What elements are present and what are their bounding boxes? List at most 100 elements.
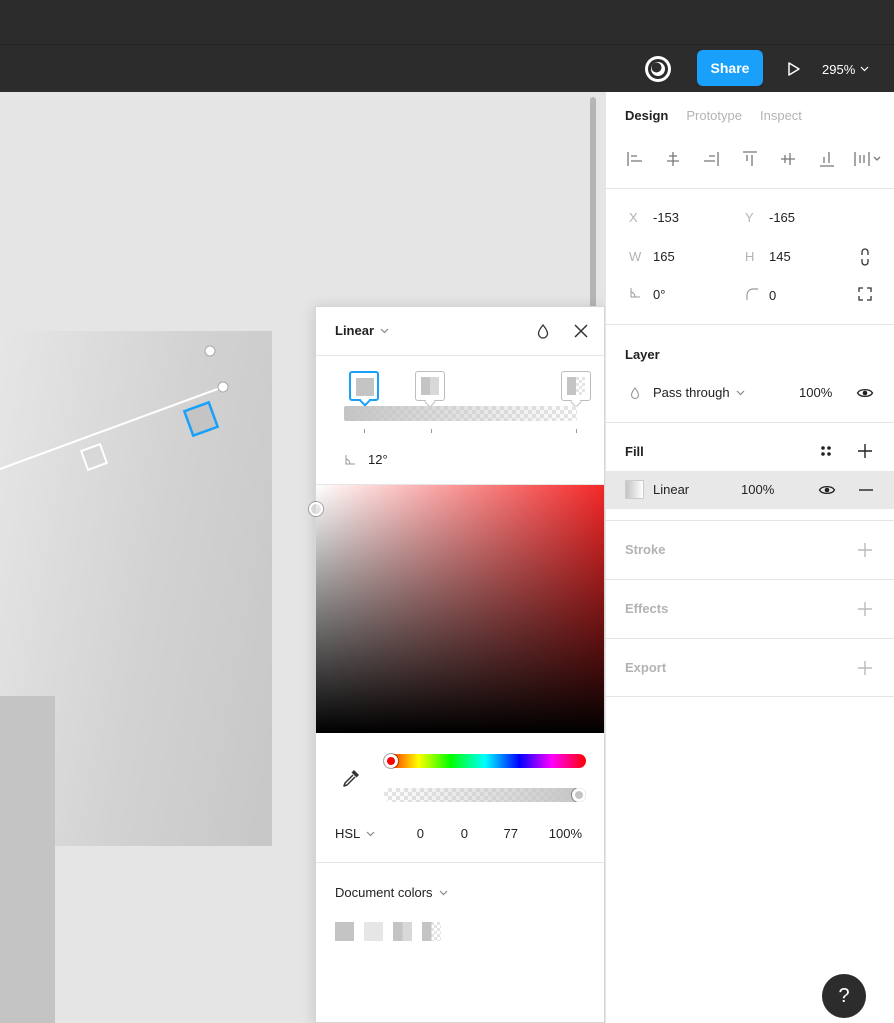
- export-section-title: Export: [625, 660, 667, 675]
- rotation-icon: [629, 287, 653, 302]
- remove-fill-icon[interactable]: [858, 482, 874, 503]
- rotation-field[interactable]: 0°: [629, 287, 665, 302]
- x-field[interactable]: X -153: [629, 210, 679, 225]
- fill-type-label: Linear: [335, 323, 375, 338]
- gradient-stop-selected[interactable]: [349, 371, 379, 407]
- hue-slider[interactable]: [384, 754, 586, 768]
- corner-radius-field[interactable]: 0: [745, 287, 776, 304]
- zoom-dropdown[interactable]: 295%: [822, 57, 869, 81]
- vertical-scrollbar[interactable]: [590, 97, 596, 317]
- stroke-section-title: Stroke: [625, 542, 666, 557]
- divider: [606, 638, 894, 639]
- w-label: W: [629, 249, 642, 264]
- divider: [606, 324, 894, 325]
- tab-inspect[interactable]: Inspect: [760, 108, 802, 123]
- gradient-angle[interactable]: 12°: [344, 452, 388, 467]
- x-label: X: [629, 210, 638, 225]
- document-color-swatch[interactable]: [422, 922, 441, 941]
- gradient-tick: [576, 429, 577, 433]
- document-color-swatch[interactable]: [393, 922, 412, 941]
- fill-section-title: Fill: [625, 444, 644, 459]
- layer-opacity-value: 100%: [799, 385, 833, 400]
- chevron-down-icon: [736, 390, 745, 395]
- align-right-icon[interactable]: [701, 149, 721, 169]
- tab-design[interactable]: Design: [625, 108, 668, 123]
- multiplayer-icon[interactable]: [642, 53, 674, 85]
- gradient-stop[interactable]: [561, 371, 591, 408]
- saturation-brightness-field[interactable]: [309, 485, 604, 733]
- alpha-slider[interactable]: [384, 788, 586, 802]
- tab-prototype[interactable]: Prototype: [686, 108, 742, 123]
- width-field[interactable]: W 165: [629, 249, 675, 264]
- gradient-tick: [364, 429, 365, 433]
- constrain-proportions-icon[interactable]: [858, 248, 872, 271]
- layer-section-title: Layer: [625, 347, 660, 362]
- blend-mode-dropdown[interactable]: Pass through: [629, 385, 745, 400]
- blend-drop-icon: [630, 386, 640, 399]
- align-horizontal-center-icon[interactable]: [663, 149, 683, 169]
- fill-row[interactable]: Linear 100%: [606, 471, 894, 509]
- styles-icon[interactable]: [818, 443, 834, 464]
- blend-mode-label: Pass through: [653, 385, 730, 400]
- x-value: -153: [653, 210, 680, 225]
- add-stroke-icon[interactable]: [857, 542, 873, 558]
- divider: [606, 188, 894, 189]
- gradient-editor: 12°: [316, 357, 604, 485]
- angle-icon: [345, 454, 355, 464]
- divider: [606, 520, 894, 521]
- help-button[interactable]: ?: [822, 974, 866, 1018]
- share-button[interactable]: Share: [697, 50, 763, 86]
- align-bottom-icon[interactable]: [817, 149, 837, 169]
- distribute-icon[interactable]: [853, 149, 883, 169]
- eye-icon[interactable]: [818, 481, 836, 504]
- panel-tabs: Design Prototype Inspect: [625, 108, 820, 123]
- height-field[interactable]: H 145: [745, 249, 791, 264]
- hue-slider-knob[interactable]: [384, 754, 398, 768]
- angle-value: 12°: [368, 452, 388, 467]
- rotation-value: 0°: [653, 287, 666, 302]
- color-handle[interactable]: [309, 502, 323, 516]
- independent-corners-icon[interactable]: [858, 287, 872, 306]
- gradient-tick: [431, 429, 432, 433]
- y-label: Y: [745, 210, 754, 225]
- blend-drop-icon[interactable]: [534, 321, 552, 341]
- document-colors-dropdown[interactable]: Document colors: [335, 885, 448, 900]
- align-left-icon[interactable]: [625, 149, 645, 169]
- layer-opacity-field[interactable]: 100%: [799, 385, 832, 400]
- gradient-stop[interactable]: [415, 371, 445, 408]
- eye-icon[interactable]: [856, 384, 874, 407]
- alpha-input[interactable]: 100%: [542, 826, 582, 841]
- color-mode-dropdown[interactable]: HSL: [335, 826, 375, 841]
- align-vertical-center-icon[interactable]: [778, 149, 798, 169]
- lightness-input[interactable]: 77: [500, 826, 518, 841]
- color-picker-popover: Linear 12° HSL 0 0 77 100% Document colo…: [309, 306, 605, 1023]
- divider: [606, 422, 894, 423]
- eyedropper-icon[interactable]: [340, 767, 362, 789]
- fill-opacity-value[interactable]: 100%: [741, 482, 774, 497]
- add-export-icon[interactable]: [857, 660, 873, 676]
- hue-input[interactable]: 0: [412, 826, 424, 841]
- add-effect-icon[interactable]: [857, 601, 873, 617]
- gradient-bar[interactable]: [344, 406, 577, 421]
- color-values-row: HSL 0 0 77 100%: [316, 824, 604, 844]
- fill-type-dropdown[interactable]: Linear: [335, 323, 389, 338]
- w-value: 165: [653, 249, 675, 264]
- document-color-swatch[interactable]: [364, 922, 383, 941]
- alpha-slider-knob[interactable]: [572, 788, 586, 802]
- close-icon[interactable]: [571, 321, 591, 341]
- zoom-label: 295%: [822, 61, 856, 77]
- chevron-down-icon: [366, 831, 375, 836]
- alignment-toolbar: [625, 149, 885, 169]
- radius-value: 0: [769, 288, 777, 303]
- chevron-down-icon: [380, 328, 389, 333]
- document-colors-label: Document colors: [335, 885, 433, 900]
- play-icon[interactable]: [779, 55, 807, 83]
- picker-header: Linear: [316, 307, 604, 356]
- fill-type-label[interactable]: Linear: [653, 482, 689, 497]
- fill-swatch[interactable]: [625, 480, 644, 499]
- y-field[interactable]: Y -165: [745, 210, 795, 225]
- add-fill-icon[interactable]: [857, 443, 873, 464]
- saturation-input[interactable]: 0: [456, 826, 468, 841]
- document-color-swatch[interactable]: [335, 922, 354, 941]
- align-top-icon[interactable]: [740, 149, 760, 169]
